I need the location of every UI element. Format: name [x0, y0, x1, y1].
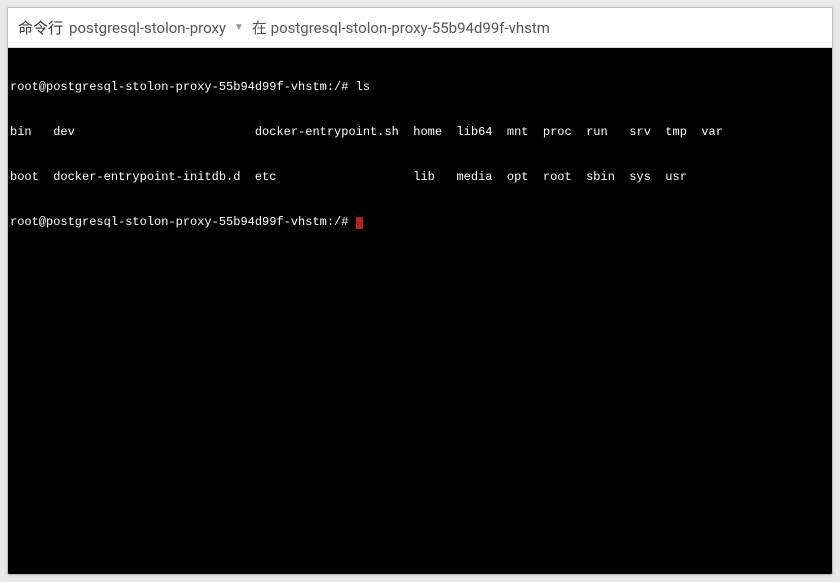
dropdown-indicator-icon[interactable]: ▼ — [232, 22, 246, 33]
terminal-line-4: root@postgresql-stolon-proxy-55b94d99f-v… — [10, 215, 830, 230]
header-title: 命令行 — [18, 17, 63, 38]
terminal-window: 命令行 postgresql-stolon-proxy ▼ 在 postgres… — [7, 7, 833, 575]
ls-output-row-2: boot docker-entrypoint-initdb.d etc lib … — [10, 170, 830, 185]
command: ls — [356, 80, 370, 94]
prompt: root@postgresql-stolon-proxy-55b94d99f-v… — [10, 215, 356, 229]
terminal-line-1: root@postgresql-stolon-proxy-55b94d99f-v… — [10, 80, 830, 95]
prompt: root@postgresql-stolon-proxy-55b94d99f-v… — [10, 80, 356, 94]
window-header: 命令行 postgresql-stolon-proxy ▼ 在 postgres… — [8, 8, 832, 48]
ls-output-row-1: bin dev docker-entrypoint.sh home lib64 … — [10, 125, 830, 140]
header-app-name[interactable]: postgresql-stolon-proxy — [69, 19, 226, 37]
header-pod-name: 在 postgresql-stolon-proxy-55b94d99f-vhst… — [252, 17, 550, 38]
cursor — [356, 217, 363, 229]
terminal-area[interactable]: root@postgresql-stolon-proxy-55b94d99f-v… — [8, 48, 832, 574]
